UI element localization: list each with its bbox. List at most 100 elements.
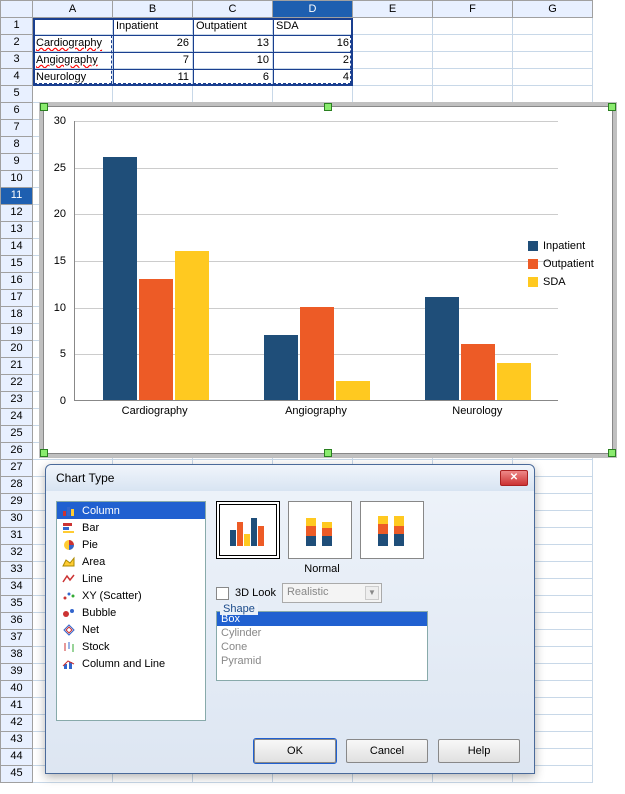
cell[interactable] — [33, 86, 113, 103]
cell[interactable]: Angiography — [33, 52, 113, 69]
row-header[interactable]: 2 — [0, 35, 33, 52]
row-header[interactable]: 12 — [0, 205, 33, 222]
row-header[interactable]: 20 — [0, 341, 33, 358]
resize-handle[interactable] — [324, 103, 332, 111]
cell[interactable] — [273, 86, 353, 103]
row-header[interactable]: 37 — [0, 630, 33, 647]
cell[interactable]: 13 — [193, 35, 273, 52]
row-header[interactable]: 30 — [0, 511, 33, 528]
row-header[interactable]: 35 — [0, 596, 33, 613]
resize-handle[interactable] — [608, 449, 616, 457]
cell[interactable]: 11 — [113, 69, 193, 86]
cell[interactable] — [193, 86, 273, 103]
row-header[interactable]: 42 — [0, 715, 33, 732]
cell[interactable] — [33, 18, 113, 35]
row-header[interactable]: 14 — [0, 239, 33, 256]
col-header-G[interactable]: G — [513, 0, 593, 18]
type-item-bar[interactable]: Bar — [57, 519, 205, 536]
row-header[interactable]: 40 — [0, 681, 33, 698]
cell[interactable]: 6 — [193, 69, 273, 86]
col-header-F[interactable]: F — [433, 0, 513, 18]
cell[interactable] — [513, 52, 593, 69]
cell[interactable]: Neurology — [33, 69, 113, 86]
cell[interactable] — [513, 86, 593, 103]
dialog-titlebar[interactable]: Chart Type ✕ — [46, 465, 534, 491]
row-header[interactable]: 25 — [0, 426, 33, 443]
row-header[interactable]: 44 — [0, 749, 33, 766]
shape-item-cone[interactable]: Cone — [217, 640, 427, 654]
type-item-area[interactable]: Area — [57, 553, 205, 570]
row-header[interactable]: 13 — [0, 222, 33, 239]
cell[interactable] — [353, 86, 433, 103]
cell[interactable] — [433, 69, 513, 86]
cell[interactable] — [353, 52, 433, 69]
row-header[interactable]: 24 — [0, 409, 33, 426]
row-header[interactable]: 1 — [0, 18, 33, 35]
resize-handle[interactable] — [608, 103, 616, 111]
row-header[interactable]: 45 — [0, 766, 33, 783]
row-header[interactable]: 9 — [0, 154, 33, 171]
shape-list[interactable]: BoxCylinderConePyramid — [216, 611, 428, 681]
row-header[interactable]: 19 — [0, 324, 33, 341]
cancel-button[interactable]: Cancel — [346, 739, 428, 763]
close-icon[interactable]: ✕ — [500, 470, 528, 486]
col-header-D[interactable]: D — [273, 0, 353, 18]
3d-look-checkbox[interactable] — [216, 587, 229, 600]
col-header-C[interactable]: C — [193, 0, 273, 18]
resize-handle[interactable] — [40, 449, 48, 457]
row-header[interactable]: 36 — [0, 613, 33, 630]
row-header[interactable]: 17 — [0, 290, 33, 307]
cell[interactable] — [433, 18, 513, 35]
cell[interactable] — [513, 69, 593, 86]
cell[interactable] — [433, 86, 513, 103]
cell[interactable]: 4 — [273, 69, 353, 86]
chart[interactable]: 051015202530 InpatientOutpatientSDA Card… — [43, 106, 613, 454]
bar[interactable] — [336, 381, 370, 400]
ok-button[interactable]: OK — [254, 739, 336, 763]
cell[interactable] — [353, 69, 433, 86]
type-item-stock[interactable]: Stock — [57, 638, 205, 655]
row-header[interactable]: 32 — [0, 545, 33, 562]
row-header[interactable]: 18 — [0, 307, 33, 324]
row-header[interactable]: 10 — [0, 171, 33, 188]
cell[interactable]: Cardiography — [33, 35, 113, 52]
row-header[interactable]: 23 — [0, 392, 33, 409]
row-header[interactable]: 26 — [0, 443, 33, 460]
bar[interactable] — [497, 363, 531, 400]
row-header[interactable]: 3 — [0, 52, 33, 69]
cell[interactable]: Inpatient — [113, 18, 193, 35]
row-header[interactable]: 33 — [0, 562, 33, 579]
shape-item-cylinder[interactable]: Cylinder — [217, 626, 427, 640]
resize-handle[interactable] — [40, 103, 48, 111]
cell[interactable]: 2 — [273, 52, 353, 69]
cell[interactable]: SDA — [273, 18, 353, 35]
cell[interactable]: 10 — [193, 52, 273, 69]
cell[interactable] — [113, 86, 193, 103]
row-header[interactable]: 27 — [0, 460, 33, 477]
help-button[interactable]: Help — [438, 739, 520, 763]
row-header[interactable]: 16 — [0, 273, 33, 290]
row-header[interactable]: 7 — [0, 120, 33, 137]
cell[interactable]: 7 — [113, 52, 193, 69]
cell[interactable] — [433, 35, 513, 52]
bar[interactable] — [175, 251, 209, 400]
cell[interactable] — [513, 35, 593, 52]
type-item-pie[interactable]: Pie — [57, 536, 205, 553]
col-header-A[interactable]: A — [33, 0, 113, 18]
cell[interactable]: Outpatient — [193, 18, 273, 35]
cell[interactable] — [513, 18, 593, 35]
cell[interactable]: 16 — [273, 35, 353, 52]
type-item-net[interactable]: Net — [57, 621, 205, 638]
cell[interactable] — [433, 52, 513, 69]
row-header[interactable]: 6 — [0, 103, 33, 120]
bar[interactable] — [425, 297, 459, 400]
chart-type-list[interactable]: ColumnBarPieAreaLineXY (Scatter)BubbleNe… — [56, 501, 206, 721]
type-item-column-and-line[interactable]: Column and Line — [57, 655, 205, 672]
row-header[interactable]: 22 — [0, 375, 33, 392]
row-header[interactable]: 21 — [0, 358, 33, 375]
row-header[interactable]: 34 — [0, 579, 33, 596]
row-header[interactable]: 15 — [0, 256, 33, 273]
subtype-percent[interactable] — [360, 501, 424, 559]
row-header[interactable]: 41 — [0, 698, 33, 715]
row-header[interactable]: 31 — [0, 528, 33, 545]
